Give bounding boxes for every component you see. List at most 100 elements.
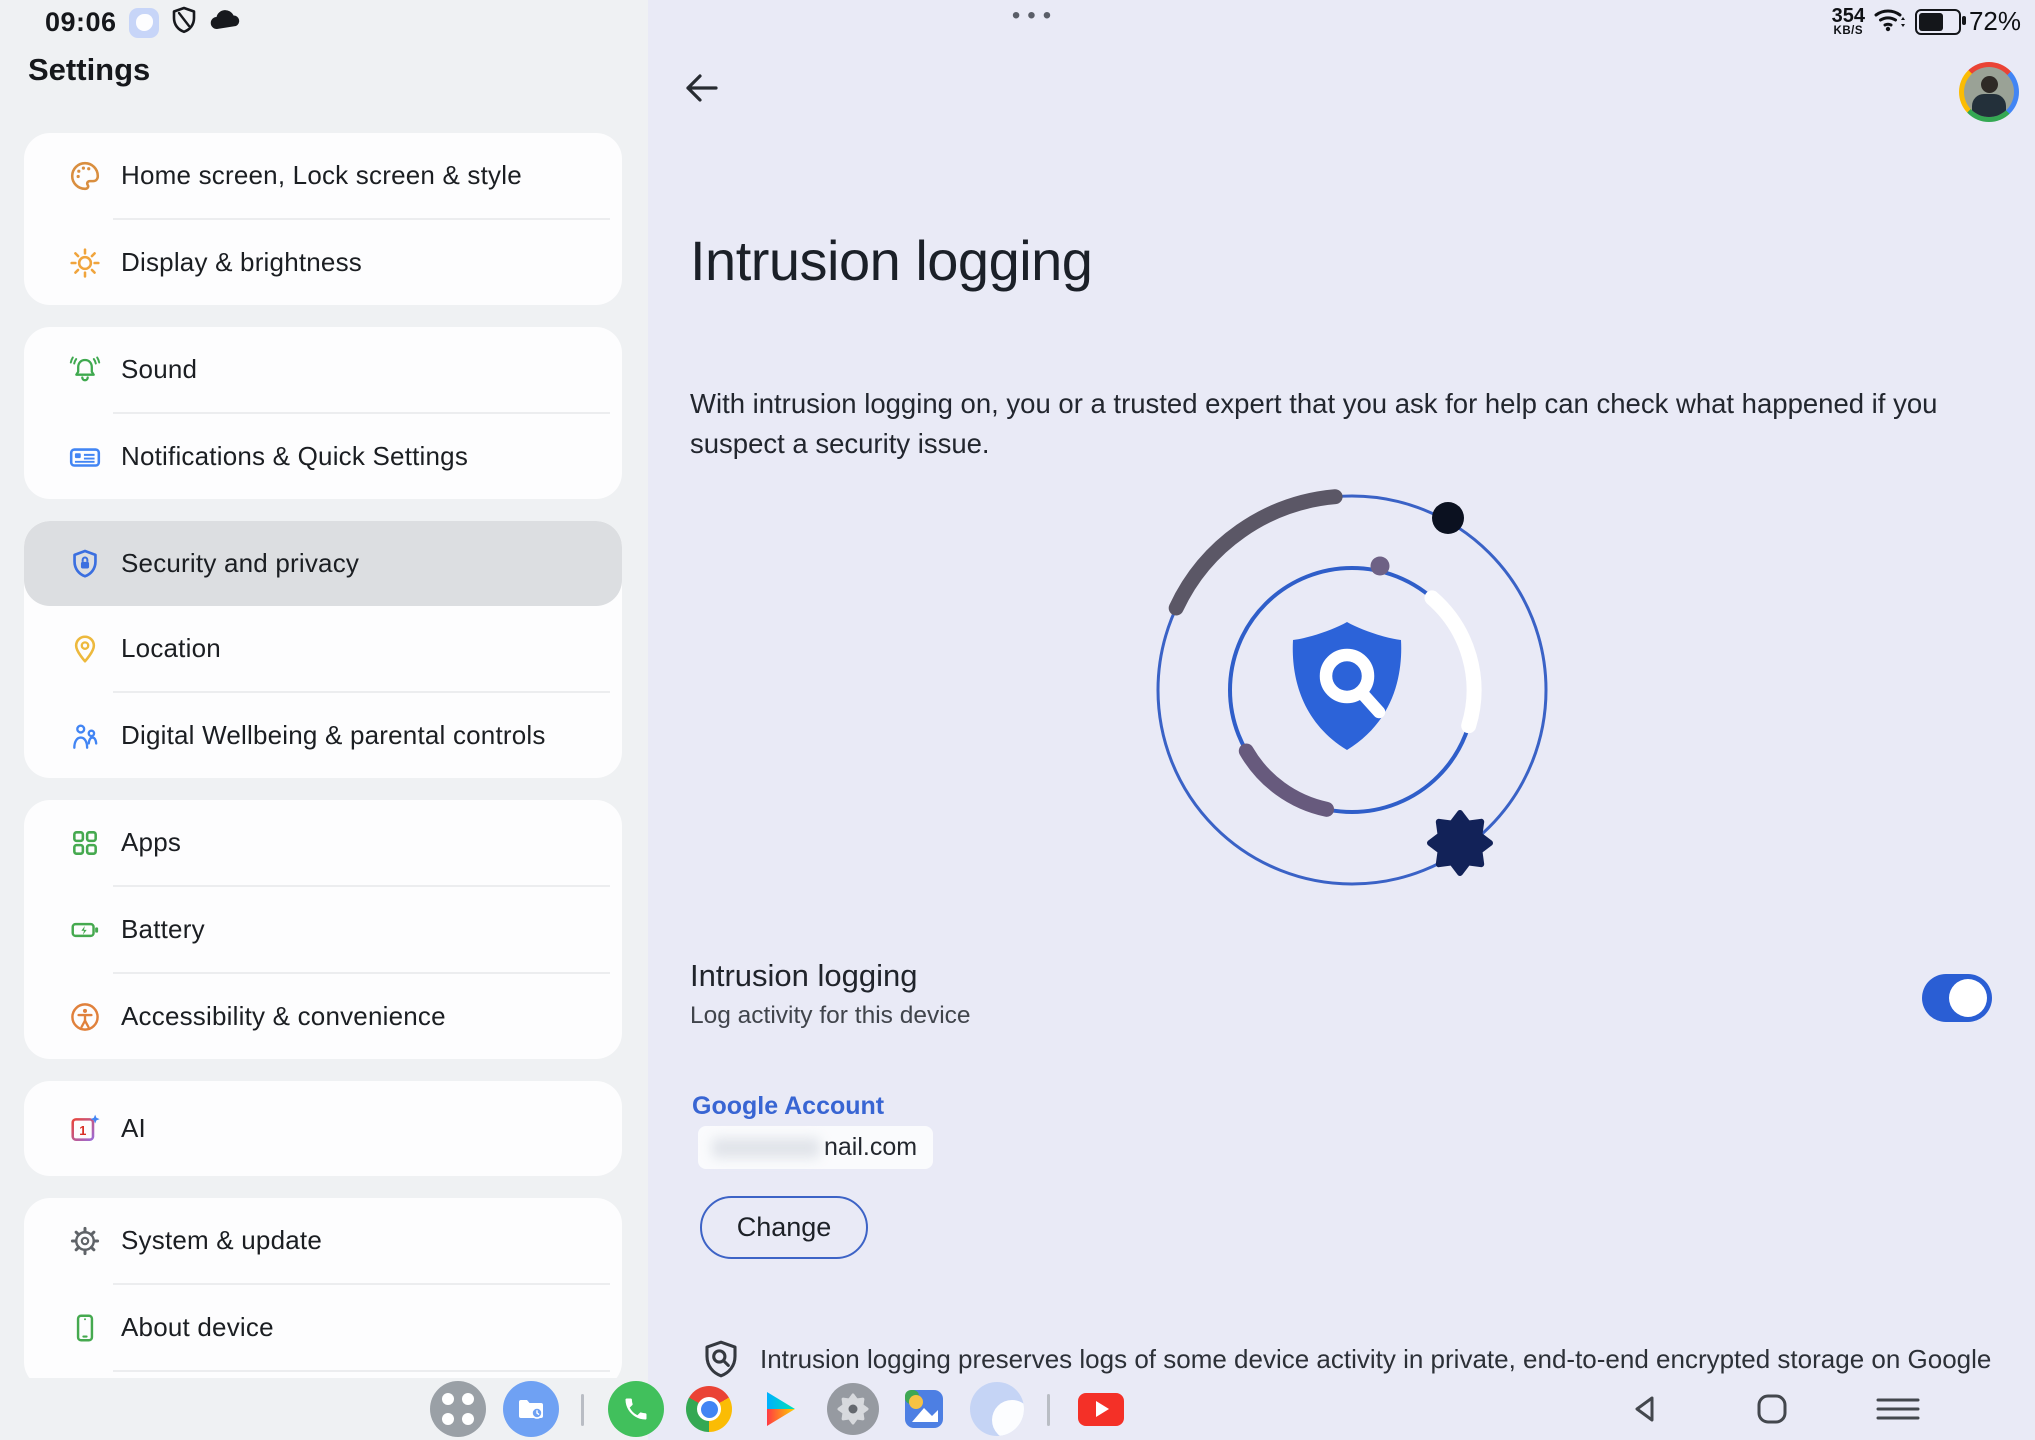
status-bar-right: 354 KB/S 72% — [1832, 5, 2021, 38]
sidebar-item-location[interactable]: Location — [24, 606, 622, 691]
sidebar-item-home-screen[interactable]: Home screen, Lock screen & style — [24, 133, 622, 218]
chrome-icon[interactable] — [680, 1380, 738, 1438]
gallery-icon[interactable] — [895, 1380, 953, 1438]
screen: 09:06 Settings Home screen, Lock screen … — [0, 0, 2035, 1440]
sidebar-item-label: Display & brightness — [121, 247, 362, 278]
email-redacted-blur — [712, 1138, 820, 1158]
detail-description: With intrusion logging on, you or a trus… — [690, 384, 1952, 464]
sidebar-group-privacy: Security and privacy Location Digital We… — [24, 521, 622, 778]
sidebar-item-security-privacy[interactable]: Security and privacy — [24, 521, 622, 606]
inner-orbit-purple-arc — [1246, 751, 1326, 809]
sidebar-item-accessibility[interactable]: Accessibility & convenience — [24, 974, 622, 1059]
toggle-sublabel: Log activity for this device — [690, 1002, 971, 1030]
sidebar-item-label: System & update — [121, 1225, 322, 1256]
sidebar-item-ai[interactable]: 1 AI — [24, 1081, 622, 1176]
nav-home-button[interactable] — [1743, 1380, 1801, 1438]
svg-text:1: 1 — [79, 1122, 86, 1137]
status-bar-left: 09:06 — [45, 6, 241, 39]
sidebar-item-system-update[interactable]: System & update — [24, 1198, 622, 1283]
account-avatar[interactable] — [1959, 62, 2019, 122]
detail-title: Intrusion logging — [690, 228, 1092, 293]
window-drag-handle[interactable]: ••• — [990, 2, 1080, 30]
email-visible-text: nail.com — [824, 1133, 917, 1162]
device-settings-icon[interactable] — [824, 1380, 882, 1438]
sidebar-item-label: Security and privacy — [121, 548, 359, 579]
toggle-label: Intrusion logging — [690, 958, 918, 994]
toggle-thumb — [1949, 979, 1987, 1017]
shield-lock-icon — [68, 547, 102, 581]
google-account-heading: Google Account — [692, 1092, 884, 1121]
dock-divider — [1047, 1394, 1050, 1426]
app-notification-icon — [129, 8, 159, 38]
intrusion-logging-pane: ••• Intrusion logging With intrusion log… — [648, 0, 2035, 1440]
sidebar-group-personalization: Home screen, Lock screen & style Display… — [24, 133, 622, 305]
network-speed-value: 354 — [1832, 6, 1865, 26]
weather-icon[interactable] — [968, 1380, 1026, 1438]
sidebar-cards: Home screen, Lock screen & style Display… — [24, 133, 622, 1410]
sidebar-item-notifications[interactable]: Notifications & Quick Settings — [24, 414, 622, 499]
vpn-shield-icon — [171, 6, 197, 39]
sidebar-item-label: Notifications & Quick Settings — [121, 441, 468, 472]
battery-nub — [1962, 16, 1966, 25]
sidebar-item-label: AI — [121, 1113, 146, 1144]
sidebar-group-ai: 1 AI — [24, 1081, 622, 1176]
battery-percent: 72% — [1969, 6, 2021, 37]
sidebar-item-label: About device — [121, 1312, 274, 1343]
sidebar-group-apps: Apps Battery Accessibility & convenience — [24, 800, 622, 1059]
ai-icon: 1 — [68, 1112, 102, 1146]
change-account-button[interactable]: Change — [700, 1196, 868, 1259]
sidebar-item-sound[interactable]: Sound — [24, 327, 622, 412]
battery-icon — [1915, 9, 1961, 35]
sun-icon — [68, 246, 102, 280]
outer-orbit-arc — [1176, 497, 1335, 608]
avatar-photo — [1964, 67, 2014, 117]
sidebar-item-label: Sound — [121, 354, 197, 385]
sidebar-item-apps[interactable]: Apps — [24, 800, 622, 885]
security-orbit-illustration — [1132, 470, 1572, 915]
sidebar-item-battery[interactable]: Battery — [24, 887, 622, 972]
battery-icon — [68, 913, 102, 947]
location-pin-icon — [68, 632, 102, 666]
apps-grid-icon — [68, 826, 102, 860]
youtube-icon[interactable] — [1072, 1380, 1130, 1438]
bell-icon — [68, 353, 102, 387]
network-speed-unit: KB/S — [1834, 26, 1863, 38]
settings-sidebar: 09:06 Settings Home screen, Lock screen … — [0, 0, 648, 1440]
network-speed: 354 KB/S — [1832, 6, 1865, 38]
dock-divider — [581, 1394, 584, 1426]
gear-icon — [68, 1224, 102, 1258]
phone-icon — [68, 1311, 102, 1345]
status-time: 09:06 — [45, 7, 117, 38]
orbit-dot-dark — [1432, 502, 1464, 534]
palette-icon — [68, 159, 102, 193]
phone-app-icon[interactable] — [607, 1380, 665, 1438]
sidebar-item-about-device[interactable]: About device — [24, 1285, 622, 1370]
play-store-icon[interactable] — [752, 1380, 810, 1438]
gear-glyph — [1430, 813, 1490, 873]
sidebar-item-label: Home screen, Lock screen & style — [121, 160, 522, 191]
app-drawer-icon[interactable] — [429, 1380, 487, 1438]
accessibility-icon — [68, 1000, 102, 1034]
sidebar-item-label: Accessibility & convenience — [121, 1001, 446, 1032]
notification-card-icon — [68, 440, 102, 474]
sidebar-item-digital-wellbeing[interactable]: Digital Wellbeing & parental controls — [24, 693, 622, 778]
sidebar-group-system: System & update About device — [24, 1198, 622, 1388]
sidebar-item-label: Battery — [121, 914, 205, 945]
battery-fill — [1919, 13, 1943, 31]
nav-recents-button[interactable] — [1869, 1380, 1927, 1438]
sidebar-item-display[interactable]: Display & brightness — [24, 220, 622, 305]
sidebar-item-label: Apps — [121, 827, 181, 858]
shield-search-glyph — [1293, 622, 1401, 750]
nav-back-button[interactable] — [1617, 1380, 1675, 1438]
orbit-dot-purple — [1371, 557, 1390, 576]
inner-orbit-white-arc — [1432, 598, 1474, 726]
sidebar-item-label: Location — [121, 633, 221, 664]
account-email: nail.com — [698, 1126, 933, 1169]
files-icon[interactable] — [502, 1380, 560, 1438]
wellbeing-icon — [68, 719, 102, 753]
intrusion-logging-toggle[interactable] — [1922, 974, 1992, 1022]
page-title: Settings — [28, 52, 150, 88]
cloud-icon — [209, 9, 241, 36]
back-button[interactable] — [678, 66, 722, 110]
sidebar-item-label: Digital Wellbeing & parental controls — [121, 720, 546, 751]
